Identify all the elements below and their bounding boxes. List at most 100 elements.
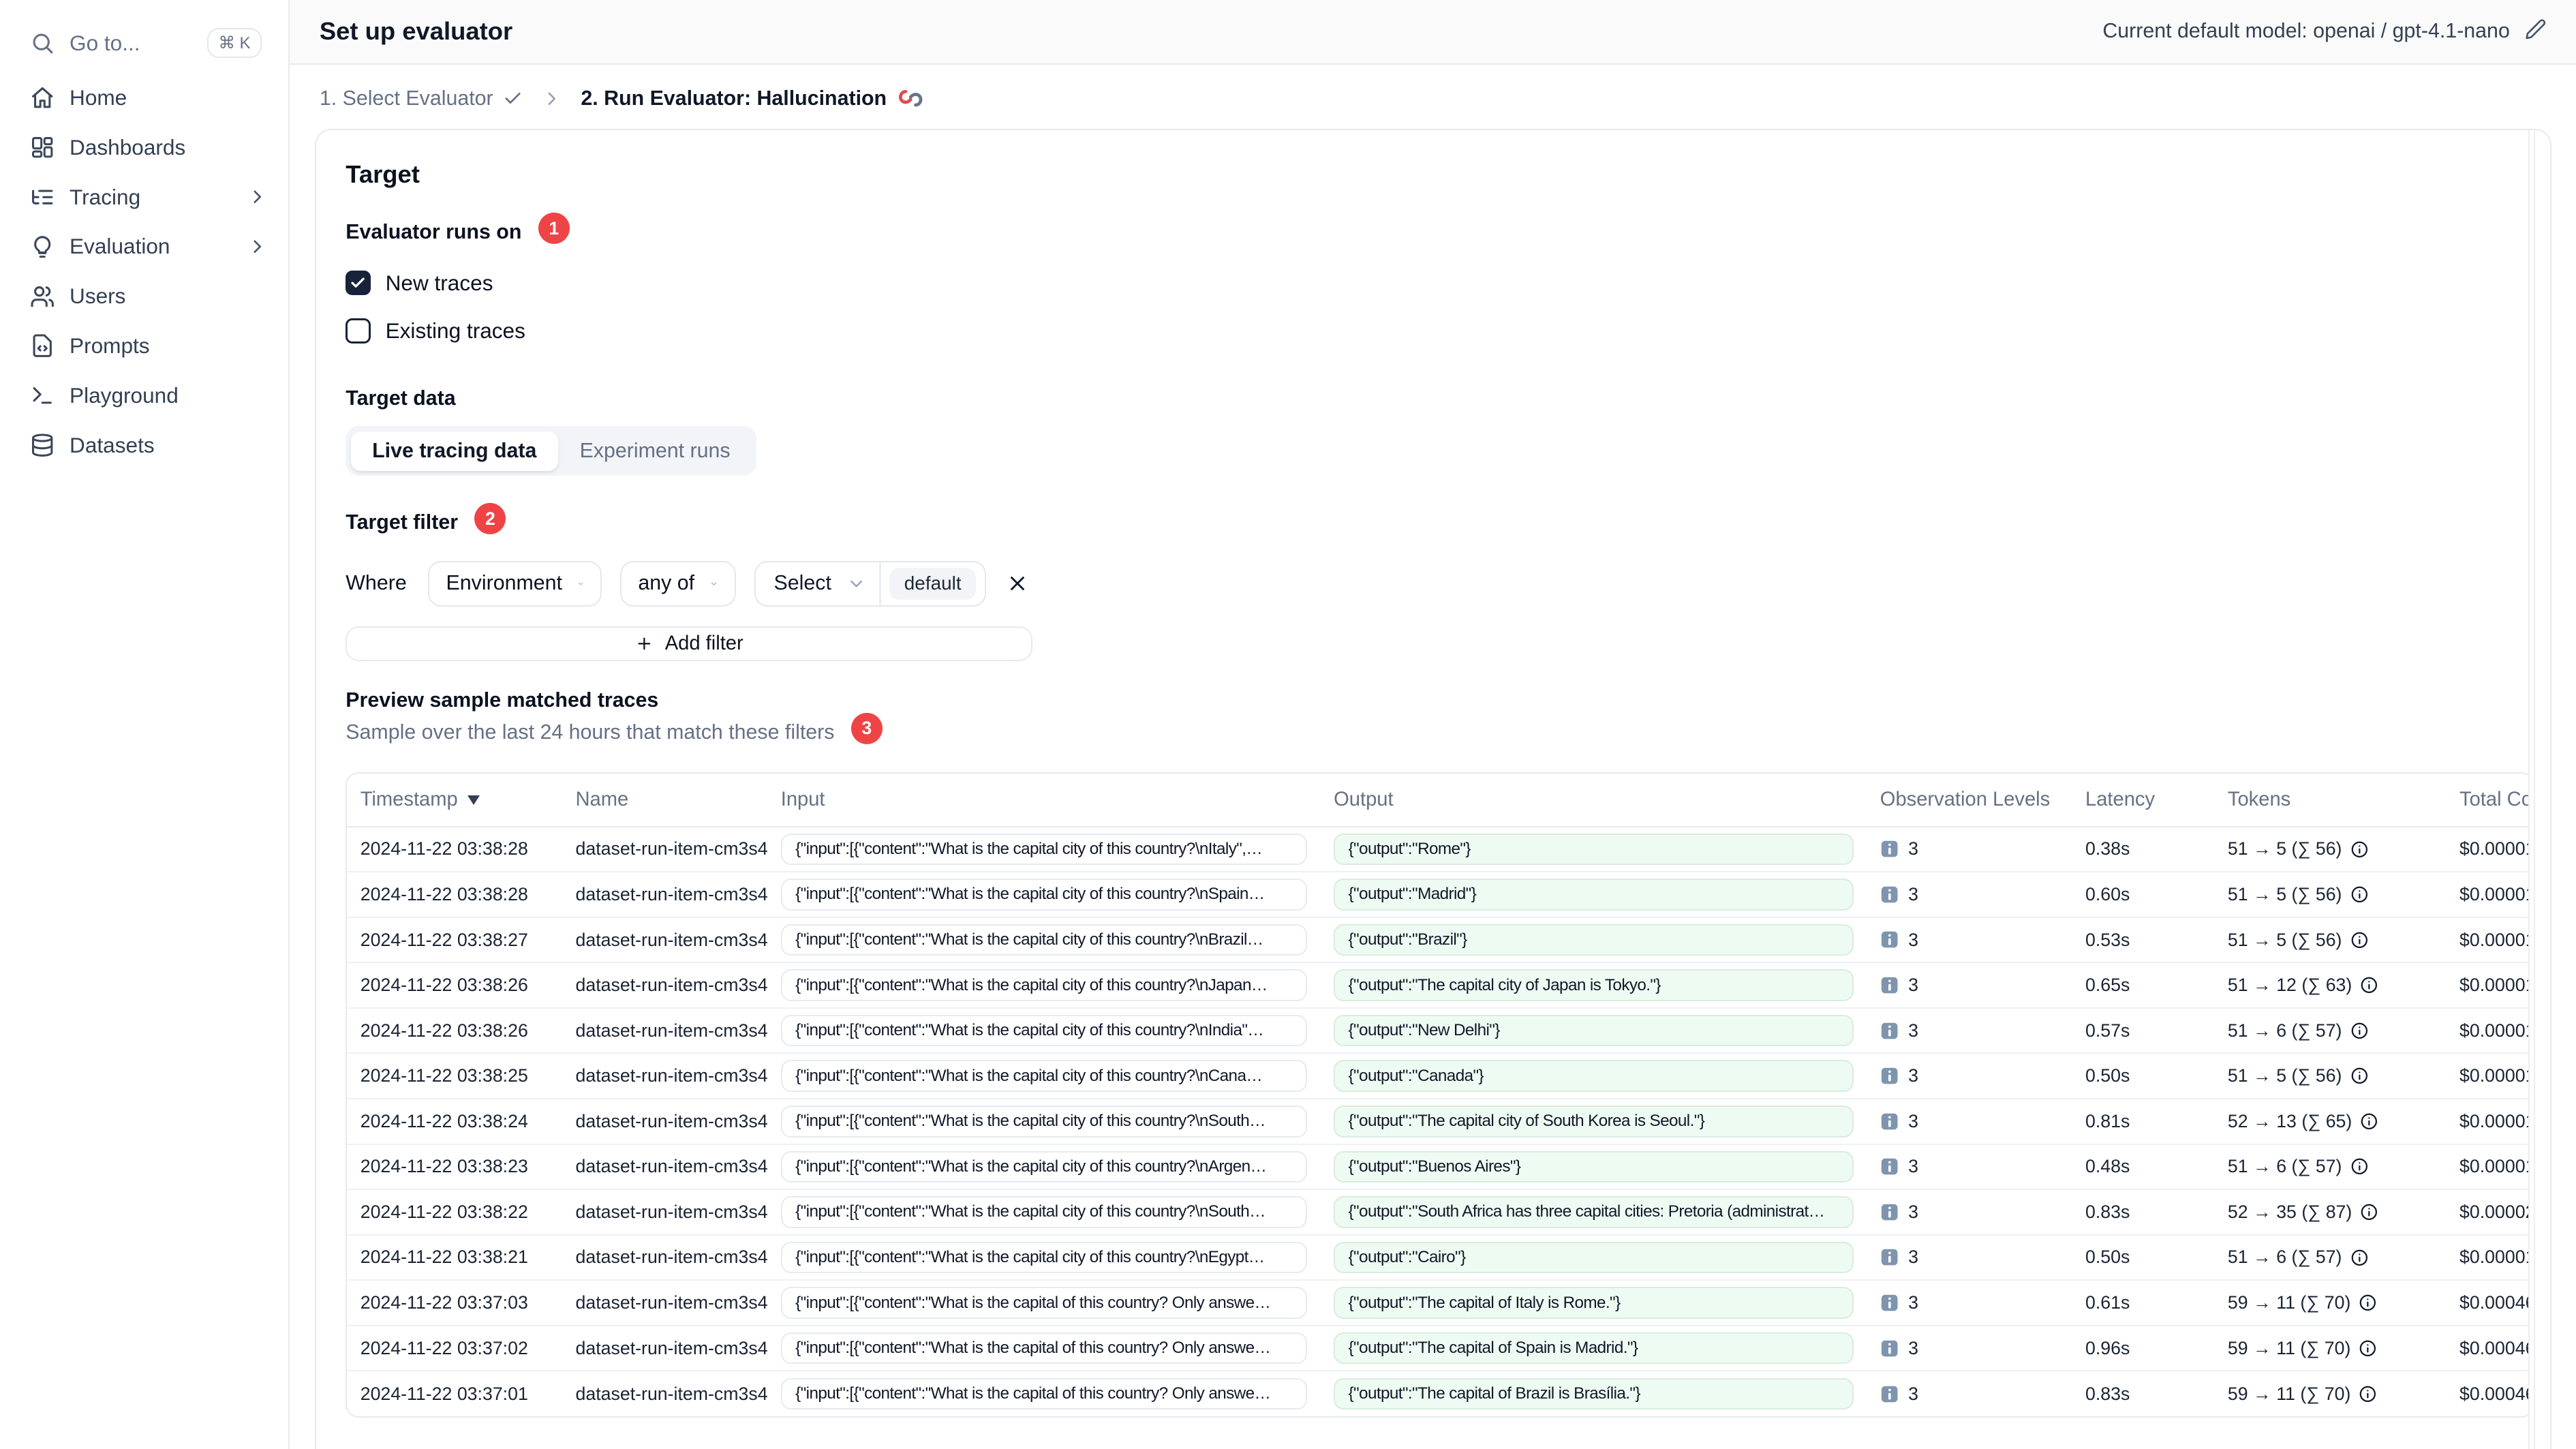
input-cell: {"input":[{"content":"What is the capita… [767,871,1321,917]
table-body: 2024-11-22 03:38:28 dataset-run-item-cm3s… [347,827,2533,1416]
info-square-icon [1880,1021,1900,1041]
keyboard-shortcut-badge: ⌘ K [206,28,262,58]
sidebar-item-users[interactable]: Users [0,271,288,321]
observation-levels-cell: 3 [1867,1007,2072,1054]
traces-table-wrap: Timestamp Name Input Output Observation Leve… [346,772,2534,1418]
sort-desc-icon [467,795,480,805]
filter-value-button[interactable]: Select [756,562,880,605]
output-cell: {"output":"The capital city of South Kor… [1320,1097,1867,1144]
name-cell: dataset-run-item-cm3s4 [562,1234,768,1281]
observation-levels-cell: 3 [1867,962,2072,1008]
name-cell: dataset-run-item-cm3s4 [562,1052,768,1099]
observation-count: 3 [1908,1201,1918,1222]
tab-experiment-runs[interactable]: Experiment runs [558,431,752,471]
sidebar-item-playground[interactable]: Playground [0,371,288,421]
column-header-output[interactable]: Output [1320,773,1867,827]
table-row[interactable]: 2024-11-22 03:38:24 dataset-run-item-cm3s… [347,1097,2533,1144]
table-row[interactable]: 2024-11-22 03:38:25 dataset-run-item-cm3s… [347,1052,2533,1099]
table-row[interactable]: 2024-11-22 03:38:27 dataset-run-item-cm3s… [347,916,2533,963]
input-cell: {"input":[{"content":"What is the capita… [767,1143,1321,1190]
checkbox-box[interactable] [346,318,371,344]
timestamp-cell: 2024-11-22 03:38:26 [347,1007,563,1054]
tokens-value: 51 → 5 (∑ 56) [2227,1065,2342,1086]
total-cost-cell: $0.000011 ( [2446,871,2533,917]
observation-count: 3 [1908,883,1918,904]
info-square-icon [1880,1066,1900,1086]
sidebar-item-evaluation[interactable]: Evaluation [0,222,288,271]
remove-filter-button[interactable] [1006,572,1029,595]
table-row[interactable]: 2024-11-22 03:38:21 dataset-run-item-cm3s… [347,1234,2533,1281]
page-title: Set up evaluator [319,17,513,46]
default-model-label: Current default model: openai / gpt-4.1-… [2102,20,2510,43]
sidebar-item-tracing[interactable]: Tracing [0,172,288,222]
table-row[interactable]: 2024-11-22 03:37:01 dataset-run-item-cm3s… [347,1370,2533,1416]
column-header-tokens[interactable]: Tokens [2214,773,2447,827]
timestamp-cell: 2024-11-22 03:38:24 [347,1097,563,1144]
name-cell: dataset-run-item-cm3s4 [575,838,768,859]
output-cell: {"output":"Rome"} [1321,827,1867,872]
prompts-icon [30,333,55,358]
sidebar-item-datasets[interactable]: Datasets [0,421,288,470]
column-header-name[interactable]: Name [562,773,768,827]
sidebar-item-dashboards[interactable]: Dashboards [0,123,288,172]
observation-count: 3 [1908,929,1918,950]
target-heading: Target [346,160,420,189]
add-filter-button[interactable]: Add filter [346,626,1033,662]
table-row[interactable]: 2024-11-22 03:38:23 dataset-run-item-cm3s… [347,1143,2533,1190]
column-header-latency[interactable]: Latency [2072,773,2215,827]
checkbox-box[interactable] [346,270,371,296]
tokens-cell: 52 → 13 (∑ 65) [2214,1097,2447,1144]
checkbox-existing-traces[interactable]: Existing traces [346,314,2520,348]
sidebar-item-prompts[interactable]: Prompts [0,321,288,371]
tokens-value: 59 → 11 (∑ 70) [2227,1337,2351,1358]
filter-operator-select[interactable]: any of [620,560,737,607]
name-cell: dataset-run-item-cm3s4 [562,962,768,1008]
edit-pencil-icon[interactable] [2525,18,2547,46]
breadcrumb-step-1[interactable]: 1. Select Evaluator [320,87,523,110]
input-cell: {"input":[{"content":"What is the capita… [767,1189,1321,1235]
output-cell: {"output":"Canada"} [1320,1052,1867,1099]
users-icon [30,284,55,309]
input-json-chip: {"input":[{"content":"What is the capita… [780,1377,1308,1410]
info-circle-icon [2350,1249,2369,1267]
table-row[interactable]: 2024-11-22 03:37:02 dataset-run-item-cm3s… [347,1324,2533,1371]
timestamp-cell: 2024-11-22 03:38:26 [347,962,563,1008]
tab-live-tracing-data[interactable]: Live tracing data [350,431,558,472]
total-cost-cell: $0.000015 [2446,962,2533,1008]
table-row[interactable]: 2024-11-22 03:38:28 dataset-run-item-cm3s… [347,827,2533,872]
tokens-cell: 51 → 6 (∑ 57) [2214,1234,2447,1281]
goto-search[interactable]: Go to... ⌘ K [0,20,288,73]
total-cost-cell: $0.00046 ( [2446,1279,2533,1326]
input-json-chip: {"input":[{"content":"What is the capita… [780,1332,1308,1364]
input-cell: {"input":[{"content":"What is the capita… [767,962,1321,1008]
latency-cell: 0.60s [2072,871,2215,917]
default-model-info: Current default model: openai / gpt-4.1-… [2102,18,2546,46]
info-square-icon [1880,1247,1900,1267]
vertical-scrollbar[interactable] [2528,130,2535,1449]
checkbox-new-traces[interactable]: New traces [346,266,2520,301]
name-cell: dataset-run-item-cm3s4 [562,871,768,917]
total-cost-cell: $0.00046 ( [2446,1370,2533,1416]
close-icon [1010,577,1024,591]
column-header-input[interactable]: Input [767,773,1321,827]
observation-levels-cell: 3 [1867,871,2072,917]
table-header-row: Timestamp Name Input Output Observation Leve… [347,773,2533,827]
info-square-icon [1880,839,1900,859]
table-row[interactable]: 2024-11-22 03:38:26 dataset-run-item-cm3s… [347,962,2533,1008]
column-header-total-cost[interactable]: Total Cost [2446,773,2533,827]
table-row[interactable]: 2024-11-22 03:38:22 dataset-run-item-cm3s… [347,1189,2533,1235]
timestamp-cell: 2024-11-22 03:37:02 [347,1324,563,1371]
table-row[interactable]: 2024-11-22 03:37:03 dataset-run-item-cm3s… [347,1279,2533,1326]
total-cost-cell: $0.000011 ( [2459,838,2533,859]
plus-icon [638,637,651,650]
info-circle-icon [2350,840,2369,859]
column-header-observation-levels[interactable]: Observation Levels [1867,773,2072,827]
sidebar-item-home[interactable]: Home [0,73,288,123]
tokens-value: 51 → 6 (∑ 57) [2227,1156,2342,1177]
table-row[interactable]: 2024-11-22 03:38:28 dataset-run-item-cm3s… [347,871,2533,917]
target-filter-label: Target filter 2 [346,502,506,543]
filter-column-select[interactable]: Environment [428,560,602,607]
table-row[interactable]: 2024-11-22 03:38:26 dataset-run-item-cm3s… [347,1007,2533,1054]
sidebar-item-label: Datasets [70,432,155,457]
column-header-timestamp[interactable]: Timestamp [347,773,563,827]
